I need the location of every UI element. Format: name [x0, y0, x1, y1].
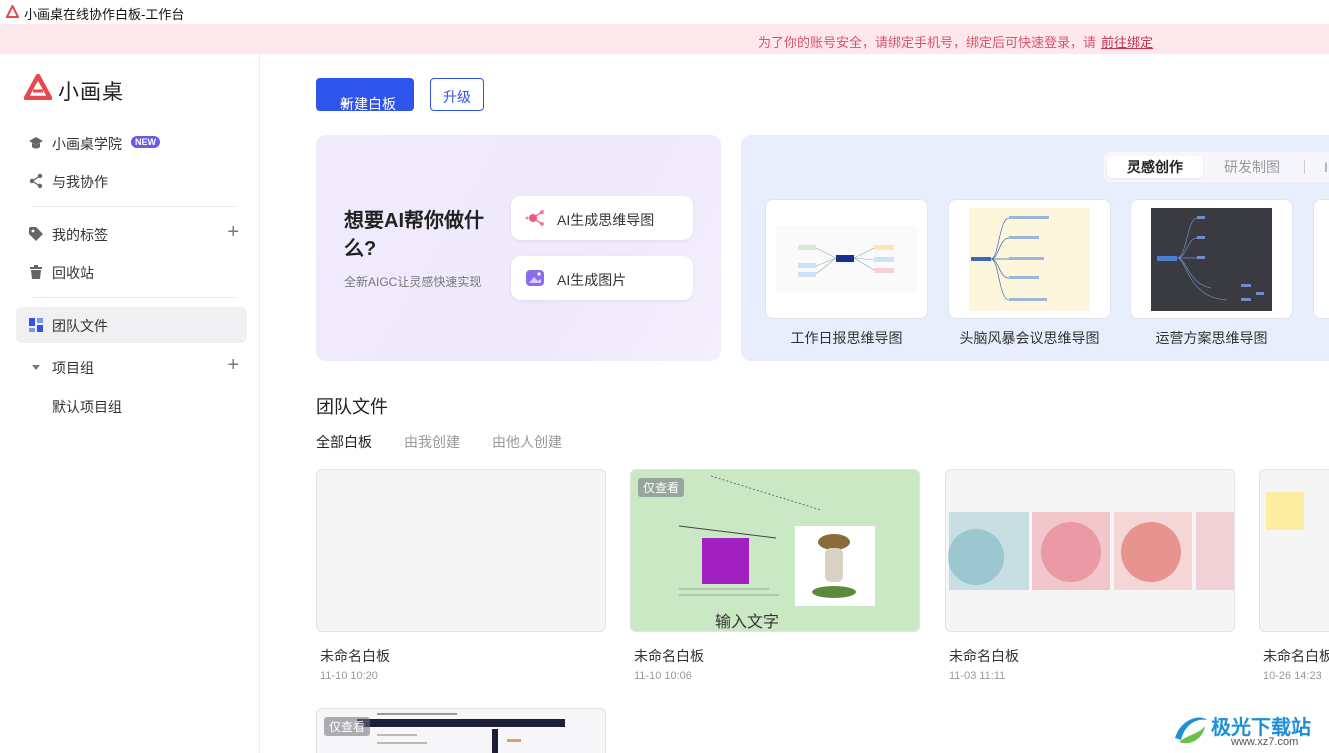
- tab-inspiration[interactable]: 灵感创作: [1107, 156, 1203, 178]
- template-tabs: 灵感创作 研发制图 I: [1104, 152, 1329, 182]
- sidebar: 小画桌 小画桌学院 NEW 与我协作 我的标签 + 回收站 团队文件 项目组 +…: [0, 54, 260, 753]
- board-preview: [948, 512, 1234, 590]
- readonly-badge: 仅查看: [638, 478, 685, 497]
- trash-icon: [30, 265, 42, 279]
- sidebar-divider: [32, 297, 236, 298]
- tab-dev-diagram[interactable]: 研发制图: [1224, 156, 1280, 178]
- template-partial[interactable]: [1313, 199, 1329, 319]
- ai-card: 想要AI帮你做什么? 全新AIGC让灵感快速实现 AI生成思维导图 AI生成图片: [316, 135, 721, 361]
- template-brainstorm[interactable]: [948, 199, 1111, 319]
- brand[interactable]: 小画桌: [23, 73, 123, 105]
- template-label: 工作日报思维导图: [790, 330, 903, 346]
- sidebar-item-trash[interactable]: 回收站: [16, 254, 247, 290]
- canvas-text: 输入文字: [715, 614, 780, 631]
- sidebar-item-label: 与我协作: [52, 174, 108, 190]
- file-card[interactable]: 仅查看: [316, 708, 606, 753]
- mindmap-icon: [525, 210, 544, 226]
- caret-down-icon: [32, 365, 40, 370]
- sidebar-item-label: 小画桌学院: [52, 136, 122, 152]
- ai-headline: 想要AI帮你做什么?: [344, 210, 484, 260]
- mindmap-thumbnail: [776, 226, 917, 292]
- watermark-url: www.xz7.com: [1231, 736, 1299, 748]
- add-project-plus-icon[interactable]: +: [227, 355, 239, 375]
- sidebar-divider: [32, 206, 236, 207]
- sidebar-item-label: 项目组: [52, 360, 94, 376]
- ai-image-button[interactable]: AI生成图片: [511, 256, 693, 300]
- file-card[interactable]: [316, 469, 606, 632]
- tag-icon: [29, 227, 43, 241]
- bind-phone-link[interactable]: 前往绑定: [1101, 32, 1153, 51]
- file-card[interactable]: [945, 469, 1235, 632]
- tab-more[interactable]: I: [1324, 156, 1328, 178]
- template-label: 运营方案思维导图: [1155, 330, 1268, 346]
- window-title: 小画桌在线协作白板-工作台: [24, 7, 185, 22]
- file-time: 11-03 11:11: [949, 670, 1006, 682]
- share-icon: [29, 173, 43, 189]
- new-badge: NEW: [131, 136, 160, 148]
- file-time: 11-10 10:06: [634, 670, 692, 682]
- filter-mine[interactable]: 由我创建: [404, 432, 460, 452]
- template-daily-report[interactable]: [765, 199, 928, 319]
- new-board-label: 新建白板: [340, 96, 396, 112]
- sidebar-item-label: 回收站: [52, 265, 94, 281]
- new-board-button[interactable]: + 新建白板: [316, 78, 414, 113]
- sidebar-item-team-files[interactable]: 团队文件: [16, 307, 247, 343]
- team-files-title: 团队文件: [316, 397, 388, 417]
- file-card[interactable]: [1259, 469, 1329, 632]
- team-files-icon: [29, 318, 43, 332]
- graduation-cap-icon: [29, 137, 43, 149]
- mindmap-thumbnail: [969, 208, 1090, 311]
- template-label: 头脑风暴会议思维导图: [959, 330, 1100, 346]
- file-name: 未命名白板: [949, 648, 1019, 664]
- add-tag-plus-icon[interactable]: +: [227, 222, 239, 242]
- file-name: 未命名白板: [634, 648, 704, 664]
- filter-others[interactable]: 由他人创建: [492, 432, 562, 452]
- file-name: 未命名白板: [320, 648, 390, 664]
- template-operations[interactable]: [1130, 199, 1293, 319]
- upgrade-button[interactable]: 升级: [430, 78, 484, 111]
- readonly-badge: 仅查看: [324, 717, 371, 736]
- sidebar-item-collab[interactable]: 与我协作: [16, 163, 247, 199]
- banner-message: 为了你的账号安全，请绑定手机号，绑定后可快速登录，请: [757, 35, 1096, 50]
- mindmap-thumbnail: [1151, 208, 1272, 311]
- ai-mindmap-button[interactable]: AI生成思维导图: [511, 196, 693, 240]
- filter-all[interactable]: 全部白板: [316, 432, 372, 452]
- file-card[interactable]: 仅查看 输入文字: [630, 469, 920, 632]
- sidebar-item-label: 我的标签: [52, 227, 108, 243]
- ai-image-label: AI生成图片: [557, 272, 627, 288]
- sidebar-item-label: 团队文件: [52, 318, 108, 334]
- sidebar-item-default-group[interactable]: 默认项目组: [16, 388, 247, 424]
- ai-image-icon: [526, 270, 544, 286]
- templates-card: 灵感创作 研发制图 I 工作日报思维导图 头脑风暴会议思维导图 运营方案思维导图: [741, 135, 1329, 361]
- sidebar-item-project-group[interactable]: 项目组 +: [16, 349, 247, 385]
- file-name: 未命名白板: [1263, 648, 1329, 664]
- upgrade-label: 升级: [443, 89, 471, 105]
- sticky-note: [1266, 492, 1304, 530]
- sidebar-item-label: 默认项目组: [52, 399, 122, 415]
- sidebar-item-academy[interactable]: 小画桌学院 NEW: [16, 125, 247, 161]
- window-titlebar: 小画桌在线协作白板-工作台: [0, 0, 1329, 24]
- brand-name: 小画桌: [58, 81, 124, 104]
- watermark: 极光下载站 www.xz7.com: [1169, 708, 1329, 753]
- file-time: 11-10 10:20: [320, 670, 378, 682]
- tab-separator: [1304, 160, 1305, 174]
- ai-subtitle: 全新AIGC让灵感快速实现: [344, 275, 482, 289]
- watermark-logo-icon: [1175, 717, 1207, 744]
- sidebar-item-tags[interactable]: 我的标签 +: [16, 216, 247, 252]
- file-time: 10-26 14:23: [1263, 670, 1322, 682]
- app-logo-icon: [6, 5, 19, 18]
- ai-mindmap-label: AI生成思维导图: [557, 212, 655, 228]
- brand-logo-icon: [23, 73, 53, 101]
- security-banner: 为了你的账号安全，请绑定手机号，绑定后可快速登录，请 前往绑定: [0, 24, 1329, 54]
